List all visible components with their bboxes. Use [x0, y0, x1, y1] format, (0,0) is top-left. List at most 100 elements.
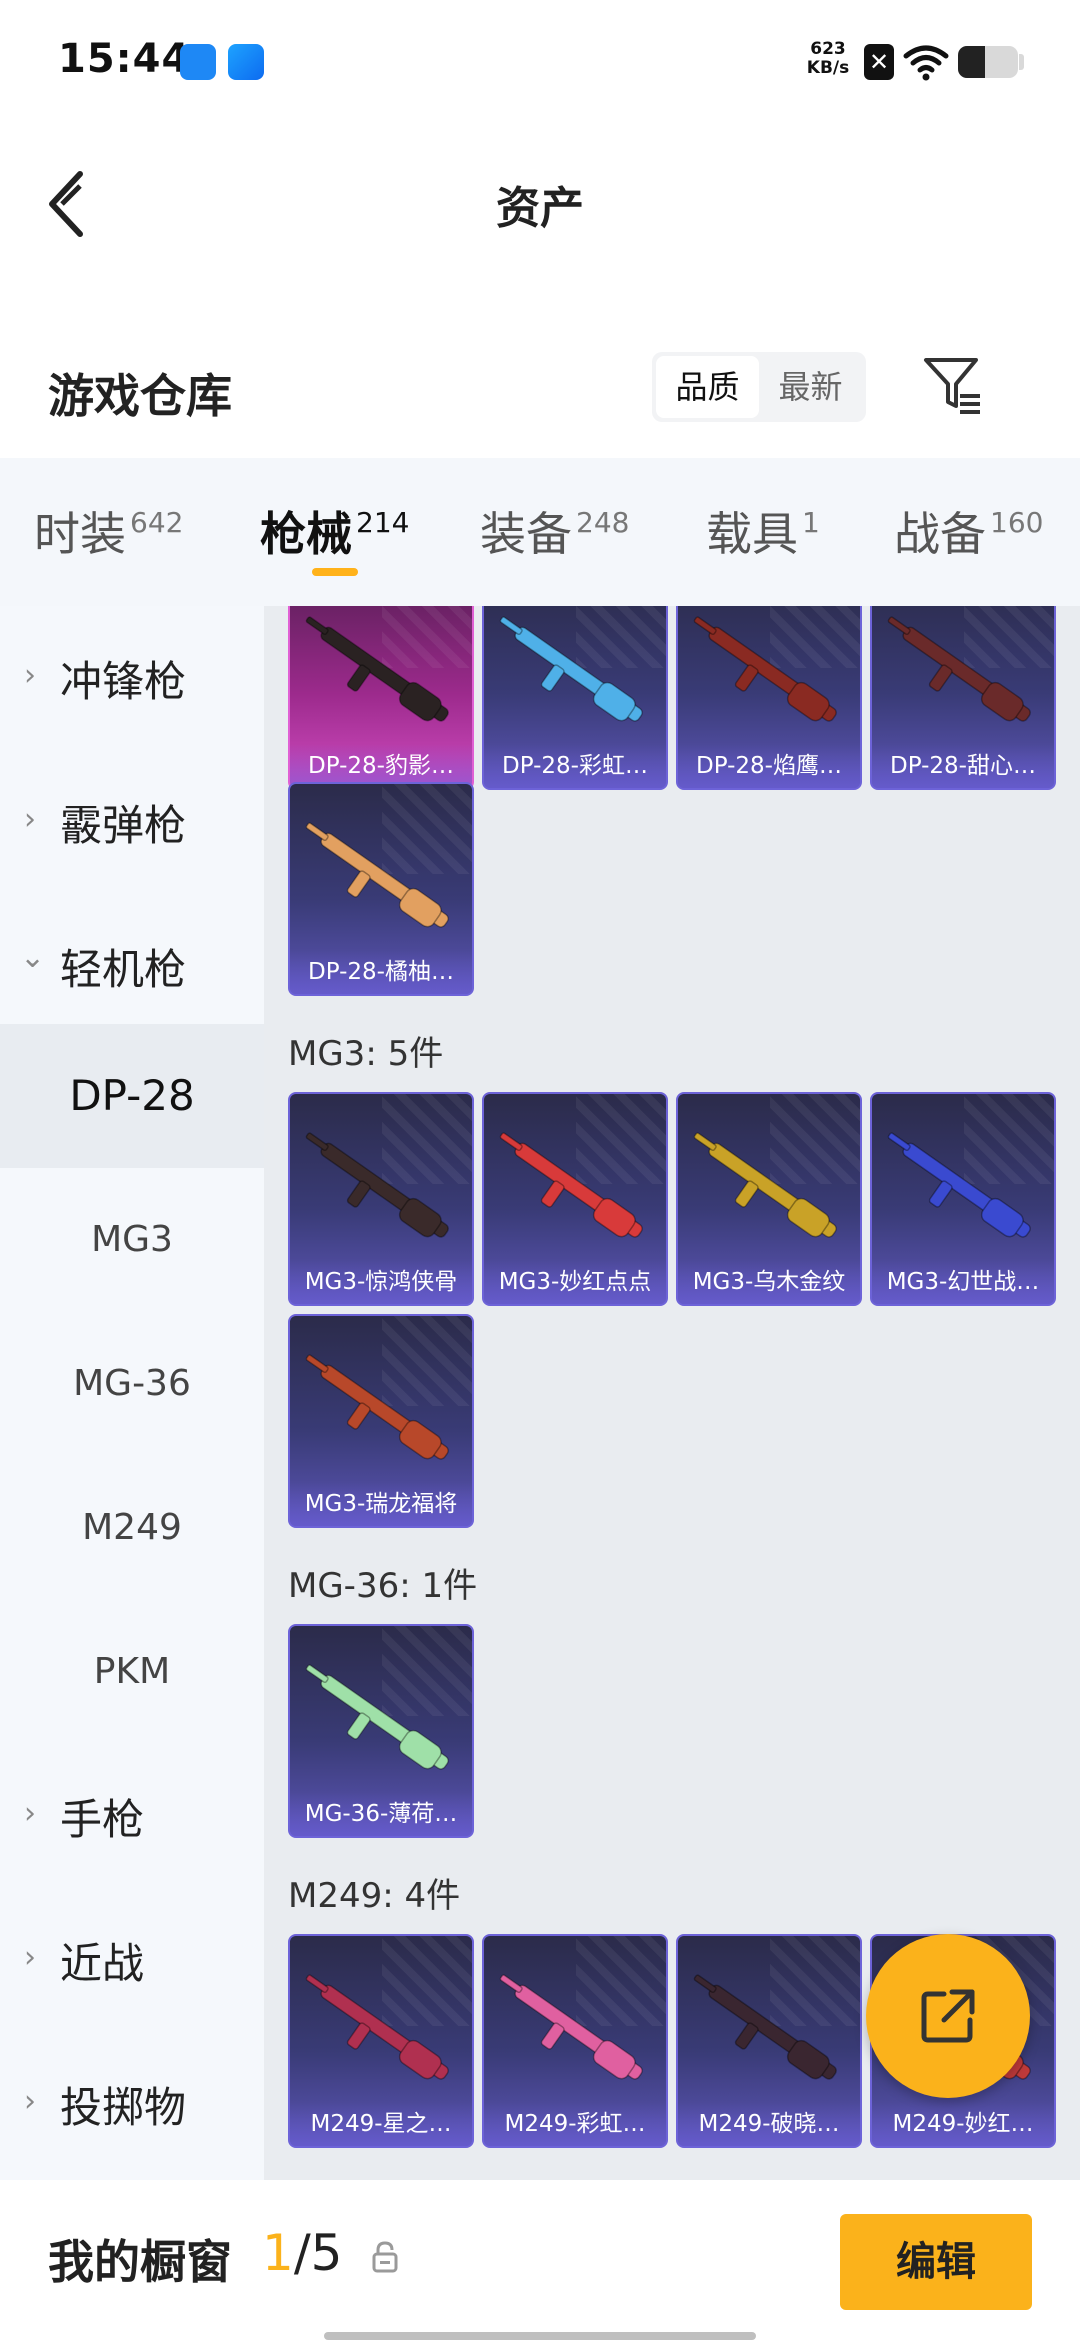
chevron-down-icon: ⌄: [20, 940, 46, 975]
item-name: DP-28-焰鹰…: [678, 744, 860, 788]
sidebar-item-label: 手枪: [60, 1795, 145, 1844]
lock-icon: [372, 2241, 398, 2273]
item-name: MG3-瑞龙福将: [290, 1482, 472, 1526]
showcase-total: /5: [293, 2224, 343, 2282]
gallery-app-icon: [180, 44, 216, 80]
item-name: MG3-乌木金纹: [678, 1260, 860, 1304]
active-tab-indicator: [312, 568, 358, 576]
tab-count: 642: [130, 506, 184, 539]
group-title-mg36: MG-36: 1件: [288, 1566, 478, 1606]
item-card[interactable]: MG-36-薄荷…: [288, 1624, 474, 1838]
tab-count: 160: [990, 506, 1044, 539]
filter-icon[interactable]: [920, 354, 984, 418]
item-card[interactable]: MG3-乌木金纹: [676, 1092, 862, 1306]
item-name: MG3-幻世战…: [872, 1260, 1054, 1304]
network-speed: 623 KB/s: [800, 40, 856, 78]
edit-button[interactable]: 编辑: [840, 2214, 1032, 2310]
share-fab[interactable]: [866, 1934, 1030, 2098]
item-name: M249-破晓…: [678, 2102, 860, 2146]
item-name: M249-妙红…: [872, 2102, 1054, 2146]
sidebar: › 冲锋枪 › 霰弹枪 ⌄ 轻机枪 DP-28 MG3 MG-36 M249 P…: [0, 606, 264, 2180]
battery-icon: [958, 46, 1018, 78]
tab-count: 1: [802, 506, 820, 539]
showcase-count: 1/5: [262, 2224, 342, 2282]
sidebar-item-label: 近战: [60, 1939, 145, 1988]
sidebar-item-smg[interactable]: › 冲锋枪: [0, 606, 264, 750]
item-name: M249-彩虹…: [484, 2102, 666, 2146]
sidebar-item-label: 投掷物: [60, 2083, 187, 2132]
item-card[interactable]: DP-28-彩虹…: [482, 606, 668, 790]
sidebar-subitem-mg3[interactable]: MG3: [0, 1168, 264, 1312]
tab-count: 248: [576, 506, 630, 539]
tab-fashion[interactable]: 时装 642: [34, 498, 183, 564]
sidebar-item-pistol[interactable]: › 手枪: [0, 1744, 264, 1888]
bottom-bar: 我的橱窗 1/5 编辑: [0, 2180, 1080, 2344]
sidebar-subitem-mg36[interactable]: MG-36: [0, 1312, 264, 1456]
sidebar-subitem-pkm[interactable]: PKM: [0, 1600, 264, 1744]
tab-label: 时装: [34, 507, 126, 561]
item-name: MG-36-薄荷…: [290, 1792, 472, 1836]
item-card[interactable]: DP-28-橘柚…: [288, 782, 474, 996]
showcase-label: 我的橱窗: [48, 2235, 232, 2289]
chevron-right-icon: ›: [24, 1796, 36, 1831]
sidebar-item-lmg[interactable]: ⌄ 轻机枪: [0, 894, 264, 1038]
sidebar-item-label: 冲锋枪: [60, 657, 187, 706]
browser-app-icon: [228, 44, 264, 80]
chevron-right-icon: ›: [24, 1940, 36, 1975]
item-card[interactable]: MG3-瑞龙福将: [288, 1314, 474, 1528]
sidebar-subitem-dp28[interactable]: DP-28: [0, 1024, 264, 1168]
sidebar-subitem-m249[interactable]: M249: [0, 1456, 264, 1600]
x-app-icon: ✕: [864, 44, 894, 80]
item-name: DP-28-橘柚…: [290, 950, 472, 994]
group-title-m249: M249: 4件: [288, 1876, 461, 1916]
home-indicator: [324, 2332, 756, 2340]
sort-option-newest[interactable]: 最新: [759, 356, 862, 418]
item-name: M249-星之…: [290, 2102, 472, 2146]
category-tabs: 时装 642 枪械 214 装备 248 载具 1 战备 160: [0, 458, 1080, 606]
network-speed-unit: KB/s: [806, 58, 850, 78]
item-card[interactable]: M249-彩虹…: [482, 1934, 668, 2148]
tab-supplies[interactable]: 战备 160: [894, 498, 1043, 564]
tab-equipment[interactable]: 装备 248: [480, 498, 629, 564]
sidebar-item-throwable[interactable]: › 投掷物: [0, 2032, 264, 2176]
page-title: 资产: [496, 183, 584, 234]
sort-option-quality[interactable]: 品质: [656, 356, 759, 418]
item-name: DP-28-甜心…: [872, 744, 1054, 788]
sidebar-item-shotgun[interactable]: › 霰弹枪: [0, 750, 264, 894]
sidebar-item-label: 霰弹枪: [60, 801, 187, 850]
network-speed-value: 623: [810, 39, 846, 59]
tab-count: 214: [356, 506, 410, 539]
top-navigation: 资产: [0, 120, 1080, 280]
item-name: DP-28-彩虹…: [484, 744, 666, 788]
status-bar: 15:44 623 KB/s ✕: [0, 0, 1080, 120]
item-name: MG3-妙红点点: [484, 1260, 666, 1304]
wifi-icon: [903, 45, 949, 81]
item-card[interactable]: MG3-妙红点点: [482, 1092, 668, 1306]
sidebar-item-melee[interactable]: › 近战: [0, 1888, 264, 2032]
battery-tip: [1019, 54, 1024, 70]
tab-label: 装备: [480, 507, 572, 561]
tab-vehicles[interactable]: 载具 1: [706, 498, 820, 564]
tab-firearms[interactable]: 枪械 214: [260, 498, 409, 564]
item-name: MG3-惊鸿侠骨: [290, 1260, 472, 1304]
sidebar-item-label: 轻机枪: [60, 945, 187, 994]
tab-label: 载具: [706, 507, 798, 561]
chevron-right-icon: ›: [24, 2084, 36, 2119]
chevron-right-icon: ›: [24, 802, 36, 837]
showcase-current: 1: [262, 2224, 294, 2282]
item-card[interactable]: MG3-幻世战…: [870, 1092, 1056, 1306]
item-card[interactable]: M249-破晓…: [676, 1934, 862, 2148]
item-card[interactable]: DP-28-豹影…: [288, 606, 474, 790]
tab-label: 战备: [894, 507, 986, 561]
chevron-right-icon: ›: [24, 658, 36, 693]
item-card[interactable]: MG3-惊鸿侠骨: [288, 1092, 474, 1306]
item-card[interactable]: DP-28-焰鹰…: [676, 606, 862, 790]
group-title-mg3: MG3: 5件: [288, 1034, 444, 1074]
item-card[interactable]: DP-28-甜心…: [870, 606, 1056, 790]
status-time: 15:44: [58, 36, 191, 82]
share-external-icon: [921, 1989, 975, 2043]
tab-label: 枪械: [260, 507, 352, 561]
warehouse-title: 游戏仓库: [48, 369, 232, 423]
item-card[interactable]: M249-星之…: [288, 1934, 474, 2148]
sort-toggle: 品质 最新: [652, 352, 866, 422]
